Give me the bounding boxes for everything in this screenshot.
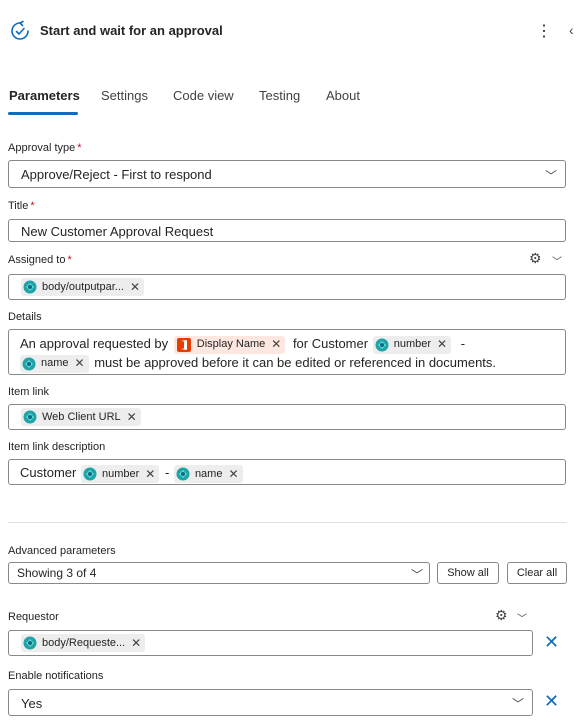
- requestor-field[interactable]: body/Requeste... ✕: [8, 630, 533, 656]
- assigned-to-label: Assigned to *: [8, 254, 72, 266]
- approval-type-label: Approval type *: [8, 142, 82, 154]
- clear-all-button[interactable]: Clear all: [507, 562, 567, 584]
- dataverse-icon: [176, 467, 190, 481]
- more-options-icon[interactable]: ⋮: [536, 21, 552, 41]
- requestor-label: Requestor: [8, 611, 59, 623]
- approval-type-value: Approve/Reject - First to respond: [21, 167, 212, 182]
- dynamic-token[interactable]: body/outputpar... ✕: [21, 278, 145, 296]
- remove-token-icon[interactable]: ✕: [131, 636, 141, 650]
- settings-gear-icon[interactable]: ⚙: [529, 250, 542, 267]
- advanced-parameters-label: Advanced parameters: [8, 545, 116, 557]
- dataverse-icon: [23, 280, 37, 294]
- advanced-parameters-value: Showing 3 of 4: [17, 566, 97, 580]
- remove-token-icon[interactable]: ✕: [75, 354, 85, 373]
- office-365-icon: [176, 337, 191, 352]
- assigned-to-field[interactable]: body/outputpar... ✕: [8, 274, 566, 300]
- item-link-label: Item link: [8, 386, 49, 398]
- title-input[interactable]: New Customer Approval Request: [8, 219, 566, 242]
- tab-settings[interactable]: Settings: [101, 88, 148, 103]
- item-link-description-label: Item link description: [8, 441, 106, 453]
- dataverse-icon: [23, 636, 37, 650]
- active-tab-indicator: [8, 112, 78, 115]
- dynamic-token[interactable]: Display Name ✕: [173, 335, 286, 354]
- approval-cycle-icon: [11, 20, 29, 40]
- details-field[interactable]: An approval requested by Display Name ✕ …: [8, 329, 566, 375]
- remove-parameter-icon[interactable]: ✕: [544, 691, 559, 712]
- details-line-1: An approval requested by Display Name ✕ …: [20, 334, 560, 354]
- chevron-down-icon[interactable]: ﹀: [517, 610, 527, 625]
- settings-gear-icon[interactable]: ⚙: [495, 607, 508, 624]
- approval-type-dropdown[interactable]: Approve/Reject - First to respond ﹀: [8, 160, 566, 188]
- details-label: Details: [8, 311, 42, 323]
- dataverse-icon: [375, 338, 389, 352]
- action-title: Start and wait for an approval: [40, 23, 223, 38]
- enable-notifications-value: Yes: [21, 696, 43, 711]
- tab-code-view[interactable]: Code view: [173, 88, 234, 103]
- details-line-2: name ✕ must be approved before it can be…: [20, 353, 560, 373]
- collapse-panel-icon[interactable]: ‹: [569, 22, 574, 38]
- item-link-field[interactable]: Web Client URL ✕: [8, 404, 566, 430]
- dynamic-token[interactable]: Web Client URL ✕: [21, 408, 141, 426]
- chevron-down-icon: ﹀: [512, 697, 525, 711]
- remove-parameter-icon[interactable]: ✕: [544, 632, 559, 653]
- dataverse-icon: [23, 410, 37, 424]
- dynamic-token[interactable]: name ✕: [173, 464, 243, 483]
- item-link-description-field[interactable]: Customer number ✕ - name ✕: [8, 459, 566, 485]
- remove-token-icon[interactable]: ✕: [271, 335, 281, 354]
- chevron-down-icon: ﹀: [411, 568, 424, 582]
- item-link-description-content: Customer number ✕ - name ✕: [20, 464, 243, 483]
- chevron-down-icon[interactable]: ﹀: [552, 253, 562, 268]
- dataverse-icon: [83, 467, 97, 481]
- chevron-down-icon: ﹀: [545, 169, 558, 183]
- enable-notifications-label: Enable notifications: [8, 670, 104, 682]
- show-all-button[interactable]: Show all: [437, 562, 499, 584]
- tab-about[interactable]: About: [326, 88, 360, 103]
- token-label: body/outputpar...: [42, 281, 124, 293]
- title-label: Title *: [8, 200, 35, 212]
- title-value: New Customer Approval Request: [21, 224, 214, 239]
- dataverse-icon: [22, 357, 36, 371]
- advanced-parameters-dropdown[interactable]: Showing 3 of 4 ﹀: [8, 562, 430, 584]
- remove-token-icon[interactable]: ✕: [127, 410, 137, 424]
- dynamic-token[interactable]: number ✕: [372, 335, 452, 354]
- remove-token-icon[interactable]: ✕: [145, 465, 155, 483]
- dynamic-token[interactable]: name ✕: [20, 354, 89, 373]
- section-divider: [8, 522, 567, 523]
- remove-token-icon[interactable]: ✕: [437, 335, 447, 354]
- tab-testing[interactable]: Testing: [259, 88, 300, 103]
- dynamic-token[interactable]: body/Requeste... ✕: [21, 634, 146, 652]
- dynamic-token[interactable]: number ✕: [80, 464, 160, 483]
- tab-parameters[interactable]: Parameters: [9, 88, 80, 103]
- remove-token-icon[interactable]: ✕: [228, 465, 238, 483]
- enable-notifications-dropdown[interactable]: Yes ﹀: [8, 689, 533, 716]
- remove-token-icon[interactable]: ✕: [130, 280, 140, 294]
